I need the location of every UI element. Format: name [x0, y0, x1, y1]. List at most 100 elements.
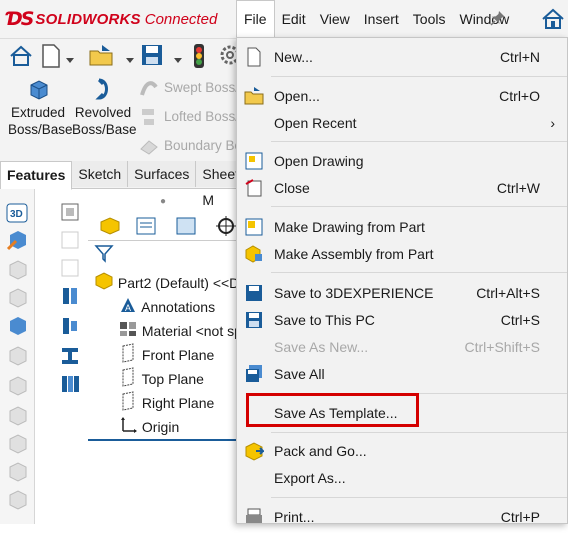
- feature-manager-tree: Part2 (Default) <<De A Annotations Mater…: [88, 241, 247, 491]
- menu-item-make-assembly[interactable]: Make Assembly from Part: [237, 241, 567, 267]
- tree-item-label: Material <not sp: [141, 323, 242, 340]
- menu-item-shortcut: Ctrl+O: [499, 88, 540, 104]
- beam-icon[interactable]: [59, 373, 81, 398]
- panel-drag-handle[interactable]: ●: [88, 196, 238, 210]
- feature-tree-tab-icon[interactable]: [98, 215, 122, 240]
- tree-item-material[interactable]: Material <not sp: [118, 319, 242, 343]
- annotations-icon: A: [118, 295, 138, 322]
- revolved-boss-button[interactable]: Revolved Boss/Base: [72, 77, 137, 138]
- file-menu-dropdown: New... Ctrl+N Open... Ctrl+O Open Recent…: [236, 37, 568, 525]
- tab-features[interactable]: Features: [0, 161, 73, 190]
- menu-item-print[interactable]: Print... Ctrl+P: [237, 504, 567, 530]
- save-icon[interactable]: [140, 43, 164, 70]
- traffic-light-icon[interactable]: [192, 43, 206, 72]
- menu-item-close[interactable]: Close Ctrl+W: [237, 175, 567, 201]
- sheet-icon[interactable]: [59, 257, 81, 282]
- swept-boss-button[interactable]: Swept Boss/: [138, 77, 239, 99]
- feature-icon[interactable]: [6, 287, 28, 312]
- boundary-boss-label: Boundary Bo: [164, 138, 243, 153]
- rollback-bar[interactable]: [88, 439, 238, 441]
- filter-icon[interactable]: [94, 243, 114, 266]
- feature-icon[interactable]: [6, 405, 28, 430]
- menu-item-shortcut: Ctrl+Shift+S: [464, 339, 540, 355]
- brand-connected: Connected: [144, 10, 218, 28]
- menu-item-save-as-new[interactable]: Save As New... Ctrl+Shift+S: [237, 334, 567, 360]
- menu-edit[interactable]: Edit: [275, 0, 313, 38]
- menu-separator: [271, 497, 567, 498]
- menu-view[interactable]: View: [313, 0, 357, 38]
- sheet-icon[interactable]: [59, 229, 81, 254]
- tree-item-label: Annotations: [141, 299, 216, 316]
- menu-item-open-drawing[interactable]: Open Drawing: [237, 148, 567, 174]
- menu-separator: [271, 432, 567, 433]
- tree-item-origin[interactable]: Origin: [118, 415, 179, 439]
- menu-item-make-drawing[interactable]: Make Drawing from Part: [237, 214, 567, 240]
- feature-icon[interactable]: [6, 489, 28, 514]
- tree-item-front-plane[interactable]: Front Plane: [118, 343, 214, 367]
- extruded-boss-button[interactable]: Extruded Boss/Base: [8, 77, 73, 138]
- feature-icon[interactable]: [6, 315, 28, 340]
- open-folder-icon[interactable]: [88, 43, 116, 72]
- chevron-down-icon[interactable]: [174, 51, 182, 67]
- pin-icon[interactable]: [490, 10, 506, 30]
- ibeam-icon[interactable]: [59, 345, 81, 370]
- feature-icon[interactable]: [6, 461, 28, 486]
- menu-window[interactable]: Window: [452, 0, 516, 38]
- menu-tools[interactable]: Tools: [406, 0, 453, 38]
- feature-icon[interactable]: [6, 375, 28, 400]
- menu-item-save-all[interactable]: Save All: [237, 361, 567, 387]
- chevron-right-icon: ›: [550, 115, 555, 131]
- beam-icon[interactable]: [59, 285, 81, 310]
- feature-icon[interactable]: [6, 345, 28, 370]
- drawing-icon: [244, 151, 264, 171]
- new-document-icon[interactable]: [40, 43, 62, 72]
- ds-logo-icon: ƊS: [6, 8, 34, 30]
- feature-icon[interactable]: [6, 259, 28, 284]
- tab-sketch[interactable]: Sketch: [72, 161, 129, 187]
- tree-item-right-plane[interactable]: Right Plane: [118, 391, 214, 415]
- highlight-box: [246, 393, 419, 427]
- tree-item-top-plane[interactable]: Top Plane: [118, 367, 204, 391]
- menu-item-export-as[interactable]: Export As...: [237, 465, 567, 491]
- menu-item-shortcut: Ctrl+P: [500, 509, 540, 525]
- revolve-icon: [91, 77, 134, 104]
- menu-item-label: Save to 3DEXPERIENCE: [274, 285, 434, 301]
- menu-separator: [271, 272, 567, 273]
- menu-file[interactable]: File: [236, 0, 275, 38]
- menu-item-save-3dexperience[interactable]: Save to 3DEXPERIENCE Ctrl+Alt+S: [237, 280, 567, 306]
- brand-solid: SOLID: [35, 10, 83, 28]
- menu-item-new[interactable]: New... Ctrl+N: [237, 44, 567, 70]
- tree-root-part[interactable]: Part2 (Default) <<De: [94, 271, 247, 295]
- menu-item-pack-and-go[interactable]: Pack and Go...: [237, 438, 567, 464]
- property-tab-icon[interactable]: [134, 215, 158, 240]
- make-assembly-icon: [244, 244, 264, 264]
- instant3d-icon[interactable]: [6, 229, 28, 254]
- chevron-down-icon[interactable]: [126, 51, 134, 67]
- chevron-down-icon[interactable]: [66, 51, 74, 67]
- sheet-icon[interactable]: [59, 201, 81, 226]
- lofted-boss-button[interactable]: Lofted Boss/: [138, 106, 239, 128]
- boundary-boss-button[interactable]: Boundary Bo: [138, 135, 242, 157]
- feature-icon[interactable]: [6, 433, 28, 458]
- menu-insert[interactable]: Insert: [357, 0, 406, 38]
- beam-icon[interactable]: [59, 315, 81, 340]
- feature-icons-column: [55, 189, 85, 409]
- home-icon[interactable]: [8, 43, 34, 72]
- material-icon: [118, 319, 138, 346]
- tree-item-annotations[interactable]: A Annotations: [118, 295, 215, 319]
- menu-item-save-pc[interactable]: Save to This PC Ctrl+S: [237, 307, 567, 333]
- menu-item-shortcut: Ctrl+Alt+S: [476, 285, 540, 301]
- save-cloud-icon: [244, 283, 264, 303]
- crosshair-icon[interactable]: [214, 215, 238, 240]
- plane-icon: [118, 391, 138, 418]
- menu-item-open[interactable]: Open... Ctrl+O: [237, 83, 567, 109]
- 3d-view-icon[interactable]: 3D: [6, 203, 28, 226]
- svg-text:A: A: [125, 303, 131, 313]
- feature-manager-tabs: [88, 212, 238, 241]
- tab-surfaces[interactable]: Surfaces: [128, 161, 197, 187]
- home-icon[interactable]: [540, 6, 566, 35]
- config-tab-icon[interactable]: [174, 215, 198, 240]
- close-document-icon: [244, 178, 264, 198]
- menu-item-open-recent[interactable]: Open Recent ›: [237, 110, 567, 136]
- save-icon: [244, 310, 264, 330]
